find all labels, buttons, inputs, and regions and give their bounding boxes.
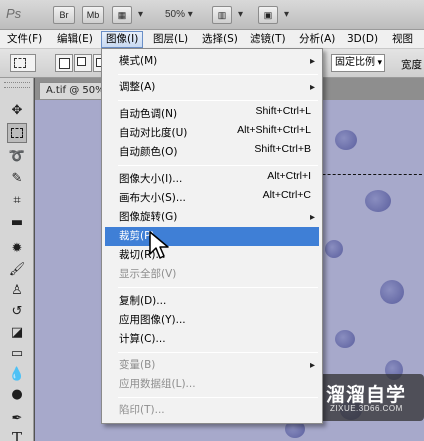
screen-mode-icon: ▣: [263, 9, 273, 20]
brush-icon[interactable]: 🖌: [7, 259, 27, 279]
bridge-button[interactable]: Br: [53, 6, 75, 24]
screen-mode-button[interactable]: ▣: [258, 6, 289, 24]
crop-tool-icon[interactable]: ⌗: [7, 190, 27, 210]
blur-icon[interactable]: 💧: [7, 364, 27, 384]
watermark-title: 溜溜自学: [326, 384, 407, 406]
width-label: 宽度: [401, 59, 422, 71]
pen-icon[interactable]: ✒: [7, 408, 27, 428]
history-brush-icon[interactable]: ↺: [7, 301, 27, 321]
menu-select[interactable]: 选择(S): [198, 31, 242, 48]
ruler-tool-icon[interactable]: ▬: [7, 212, 27, 232]
menu-item-trim[interactable]: 裁切(R)...: [105, 246, 319, 265]
dodge-icon[interactable]: ●: [7, 384, 27, 404]
mini-bridge-button[interactable]: Mb: [82, 6, 104, 24]
menu-item-auto-contrast[interactable]: 自动对比度(U) Alt+Shift+Ctrl+L: [105, 124, 319, 143]
menu-separator: [118, 100, 318, 101]
cell-blob: [335, 130, 357, 150]
quick-selection-icon[interactable]: ✎: [7, 168, 27, 188]
mouse-cursor-icon: [149, 231, 169, 259]
menu-filter[interactable]: 滤镜(T): [246, 31, 290, 48]
rectangular-marquee-icon[interactable]: [7, 123, 27, 143]
menu-item-variables[interactable]: 变量(B): [105, 356, 319, 375]
grid-icon: ▦: [117, 9, 127, 20]
menu-item-mode[interactable]: 模式(M): [105, 52, 319, 71]
clone-stamp-icon[interactable]: ♙: [7, 280, 27, 300]
menu-item-auto-color[interactable]: 自动颜色(O) Shift+Ctrl+B: [105, 143, 319, 162]
menu-item-canvas-size[interactable]: 画布大小(S)... Alt+Ctrl+C: [105, 189, 319, 208]
marquee-preset-icon: [14, 58, 26, 68]
menu-item-adjustments[interactable]: 调整(A): [105, 78, 319, 97]
menu-item-calculations[interactable]: 计算(C)...: [105, 330, 319, 349]
image-menu-dropdown: 模式(M) 调整(A) 自动色调(N)Shift+Ctrl+L 自动对比度(U)…: [101, 48, 323, 424]
menu-item-duplicate[interactable]: 复制(D)...: [105, 292, 319, 311]
add-selection-icon: [77, 57, 86, 66]
menu-separator: [118, 287, 318, 288]
toolbox: ✥ ➰ ✎ ⌗ ▬ ✹ 🖌 ♙ ↺ ◪ ▭ 💧 ● ✒ T: [0, 78, 34, 441]
menu-item-auto-tone[interactable]: 自动色调(N) Shift+Ctrl+L: [105, 105, 319, 124]
cell-blob: [365, 190, 391, 212]
menu-item-reveal-all[interactable]: 显示全部(V): [105, 265, 319, 284]
menu-file[interactable]: 文件(F): [3, 31, 46, 48]
shortcut-text: Alt+Ctrl+C: [262, 189, 311, 201]
view-extras-button[interactable]: ▦: [112, 6, 143, 24]
gradient-icon[interactable]: ▭: [7, 343, 27, 363]
menu-analysis[interactable]: 分析(A): [295, 31, 339, 48]
eraser-icon[interactable]: ◪: [7, 322, 27, 342]
menu-separator: [118, 74, 318, 75]
menu-image[interactable]: 图像(I): [101, 31, 144, 48]
menu-item-image-size[interactable]: 图像大小(I)... Alt+Ctrl+I: [105, 170, 319, 189]
cell-blob: [335, 330, 355, 348]
menu-separator: [118, 397, 318, 398]
photoshop-logo: Ps: [6, 6, 22, 21]
application-bar: Ps Br Mb ▦ 50% ▥ ▣: [0, 0, 424, 30]
menu-item-apply-image[interactable]: 应用图像(Y)...: [105, 311, 319, 330]
menu-layer[interactable]: 图层(L): [149, 31, 192, 48]
cell-blob: [325, 240, 343, 258]
menu-separator: [118, 165, 318, 166]
shortcut-text: Shift+Ctrl+B: [254, 143, 311, 155]
menu-view[interactable]: 视图(V): [388, 31, 424, 62]
new-selection-button[interactable]: [55, 54, 73, 72]
menu-item-trap[interactable]: 陷印(T)...: [105, 401, 319, 420]
spot-healing-icon[interactable]: ✹: [7, 238, 27, 258]
menu-item-apply-data-set[interactable]: 应用数据组(L)...: [105, 375, 319, 394]
add-selection-button[interactable]: [74, 54, 92, 72]
type-tool-icon[interactable]: T: [7, 428, 27, 441]
shortcut-text: Shift+Ctrl+L: [255, 105, 311, 117]
shortcut-text: Alt+Shift+Ctrl+L: [237, 124, 311, 136]
menu-item-crop[interactable]: 裁剪(P): [105, 227, 319, 246]
menu-separator: [118, 352, 318, 353]
zoom-level[interactable]: 50%: [165, 9, 193, 20]
shortcut-text: Alt+Ctrl+I: [267, 170, 311, 182]
new-selection-icon: [59, 58, 70, 69]
move-tool-icon[interactable]: ✥: [7, 100, 27, 120]
menu-3d[interactable]: 3D(D): [343, 31, 382, 48]
style-select[interactable]: 固定比例: [331, 54, 385, 72]
menu-edit[interactable]: 编辑(E): [53, 31, 97, 48]
menu-item-image-rotation[interactable]: 图像旋转(G): [105, 208, 319, 227]
watermark-url: ZIXUE.3D66.COM: [330, 404, 403, 413]
layout-icon: ▥: [217, 9, 227, 20]
cell-blob: [380, 280, 404, 304]
tool-preset-picker[interactable]: [10, 54, 36, 72]
arrange-documents-button[interactable]: ▥: [212, 6, 243, 24]
menu-bar: 文件(F) 编辑(E) 图像(I) 图层(L) 选择(S) 滤镜(T) 分析(A…: [0, 30, 424, 62]
lasso-icon[interactable]: ➰: [7, 146, 27, 166]
toolbox-grip[interactable]: [4, 82, 30, 88]
